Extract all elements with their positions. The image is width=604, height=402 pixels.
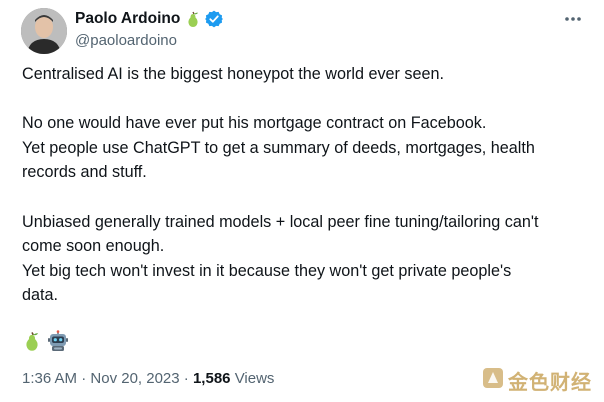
- tweet-paragraph: Unbiased generally trained models + loca…: [22, 210, 592, 308]
- tweet-line: Yet big tech won't invest in it because …: [22, 261, 512, 280]
- name-row: Paolo Ardoino: [75, 9, 224, 29]
- tweet-line: records and stuff.: [22, 163, 147, 182]
- verified-badge-icon: [205, 10, 224, 28]
- avatar[interactable]: [21, 8, 67, 54]
- tweet-date: Nov 20, 2023: [90, 370, 180, 387]
- more-options-icon[interactable]: [562, 9, 584, 29]
- tweet-timestamp[interactable]: 1:36 AM · Nov 20, 2023: [22, 370, 180, 387]
- tweet-emoji-row: [21, 330, 69, 352]
- avatar-image: [21, 8, 67, 54]
- tweet-paragraph: Centralised AI is the biggest honeypot t…: [22, 62, 592, 87]
- views-label: Views: [234, 370, 275, 387]
- tweet-card: Paolo Ardoino @paoloardoino Centralised …: [0, 0, 604, 402]
- meta-separator: ·: [81, 370, 87, 387]
- tweet-line: come soon enough.: [22, 237, 165, 256]
- meta-separator: ·: [183, 370, 189, 387]
- tweet-header: Paolo Ardoino @paoloardoino: [75, 9, 224, 49]
- display-name[interactable]: Paolo Ardoino: [75, 10, 180, 28]
- watermark: 金色财经: [482, 366, 592, 395]
- tweet-paragraph: No one would have ever put his mortgage …: [22, 111, 592, 185]
- tweet-line: Centralised AI is the biggest honeypot t…: [22, 65, 445, 83]
- tweet-line: Yet people use ChatGPT to get a summary …: [22, 138, 535, 157]
- tweet-line: data.: [22, 286, 59, 305]
- tweet-line: No one would have ever put his mortgage …: [22, 114, 487, 133]
- pear-icon: [21, 330, 43, 352]
- tweet-line: Unbiased generally trained models + loca…: [22, 212, 539, 231]
- watermark-text: 金色财经: [508, 370, 592, 394]
- views-count: 1,586: [192, 370, 231, 387]
- handle[interactable]: @paoloardoino: [75, 32, 223, 49]
- watermark-logo-icon: [482, 367, 504, 394]
- tweet-time: 1:36 AM: [22, 370, 78, 387]
- tweet-meta: 1:36 AM · Nov 20, 2023 · 1,586 Views: [22, 370, 274, 387]
- pear-icon: [184, 10, 202, 28]
- tweet-text: Centralised AI is the biggest honeypot t…: [22, 62, 592, 333]
- robot-icon: [47, 330, 69, 352]
